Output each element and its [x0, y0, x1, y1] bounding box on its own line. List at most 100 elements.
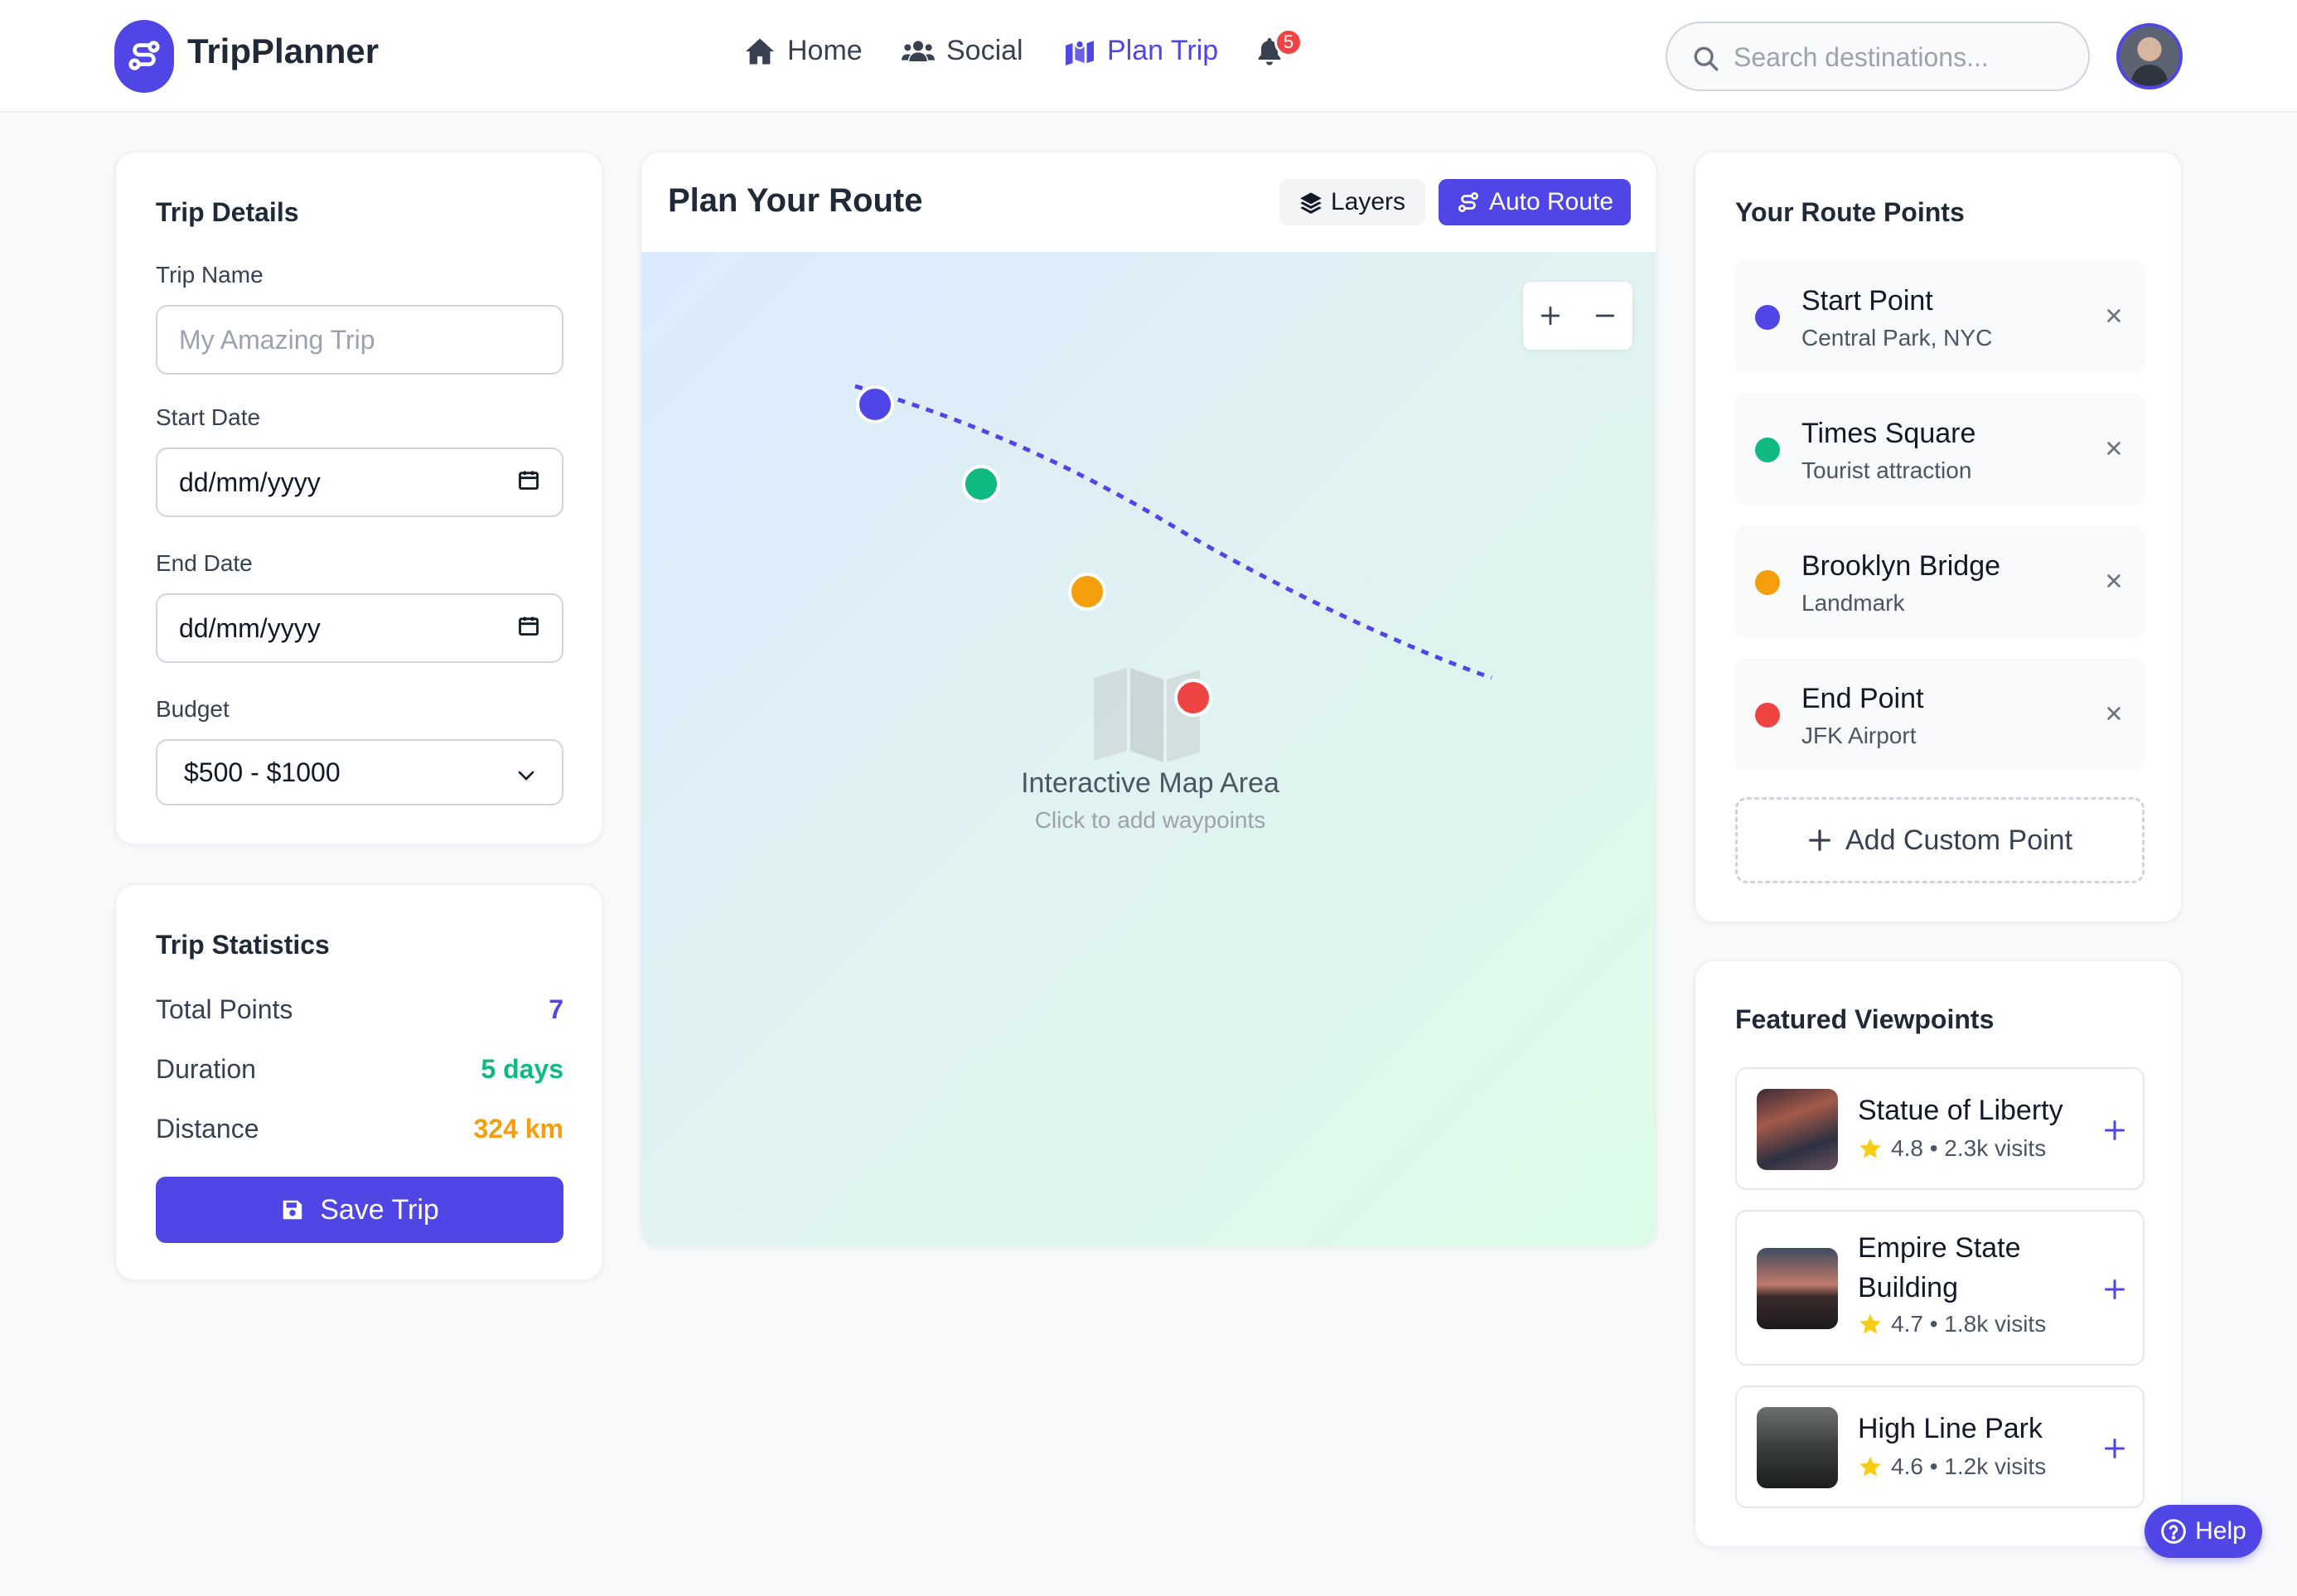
zoom-out-button[interactable]	[1578, 282, 1632, 350]
calendar-icon[interactable]	[517, 613, 540, 644]
viewpoint-item[interactable]: Statue of Liberty 4.8 • 2.3k visits	[1735, 1067, 2145, 1190]
user-avatar[interactable]	[2116, 23, 2183, 89]
top-navbar: TripPlanner Home Social Plan Trip 5	[0, 0, 2297, 113]
trip-statistics-card: Trip Statistics Total Points 7 Duration …	[114, 883, 603, 1281]
zoom-controls	[1523, 282, 1632, 350]
map-canvas	[854, 384, 1492, 762]
nav-social[interactable]: Social	[902, 35, 1023, 67]
route-point-item[interactable]: Brooklyn Bridge Landmark	[1735, 525, 2145, 638]
featured-viewpoints-card: Featured Viewpoints Statue of Liberty 4.…	[1694, 960, 2183, 1548]
help-button[interactable]: Help	[2145, 1505, 2262, 1558]
stat-label: Duration	[156, 1054, 256, 1084]
budget-select[interactable]: $500 - $1000	[156, 739, 563, 805]
add-viewpoint-button[interactable]	[2100, 1115, 2130, 1145]
trip-details-card: Trip Details Trip Name My Amazing Trip S…	[114, 151, 603, 845]
viewpoint-item[interactable]: Empire State Building 4.7 • 1.8k visits	[1735, 1210, 2145, 1366]
plus-icon	[2104, 1279, 2125, 1300]
layers-button[interactable]: Layers	[1279, 179, 1425, 225]
app-title[interactable]: TripPlanner	[187, 31, 379, 71]
end-marker[interactable]	[1174, 679, 1212, 717]
minus-icon	[1595, 314, 1615, 317]
add-viewpoint-button[interactable]	[2100, 1274, 2130, 1304]
route-point-item[interactable]: Times Square Tourist attraction	[1735, 393, 2145, 505]
trip-name-label: Trip Name	[156, 262, 264, 288]
close-icon	[2107, 574, 2120, 588]
remove-point-button[interactable]	[2100, 699, 2128, 728]
calendar-icon[interactable]	[517, 467, 540, 498]
notification-count-badge: 5	[1274, 28, 1303, 56]
route-point-item[interactable]: End Point JFK Airport	[1735, 658, 2145, 771]
point-color-dot	[1755, 703, 1780, 728]
trip-name-input[interactable]: My Amazing Trip	[156, 305, 563, 375]
waypoint-marker[interactable]	[962, 465, 1000, 503]
map-caption: Interactive Map Area	[1021, 767, 1279, 799]
start-date-label: Start Date	[156, 404, 261, 430]
logo[interactable]	[114, 20, 174, 93]
interactive-map-area[interactable]: Interactive Map Area Click to add waypoi…	[641, 252, 1656, 1246]
route-line	[854, 384, 1492, 680]
stat-total-points: Total Points 7	[156, 994, 563, 1025]
remove-point-button[interactable]	[2100, 302, 2128, 330]
nav-home[interactable]: Home	[744, 35, 863, 67]
trip-details-title: Trip Details	[156, 197, 299, 227]
viewpoint-name: Empire State Building	[1858, 1232, 2021, 1303]
chevron-down-icon	[517, 757, 535, 788]
trip-statistics-title: Trip Statistics	[156, 930, 330, 960]
map-title: Plan Your Route	[668, 182, 923, 219]
viewpoint-meta: 4.6 • 1.2k visits	[1858, 1453, 2046, 1480]
featured-viewpoints-title: Featured Viewpoints	[1735, 1004, 1995, 1034]
trip-name-placeholder: My Amazing Trip	[179, 324, 375, 355]
start-date-input[interactable]: dd/mm/yyyy	[156, 447, 563, 517]
layers-label: Layers	[1330, 188, 1406, 215]
question-circle-icon	[2160, 1518, 2187, 1545]
stat-value: 5 days	[481, 1054, 563, 1084]
close-icon	[2107, 442, 2120, 455]
close-icon	[2107, 309, 2120, 322]
point-color-dot	[1755, 438, 1780, 462]
add-custom-point-label: Add Custom Point	[1845, 824, 2073, 856]
viewpoint-rating-visits: 4.6 • 1.2k visits	[1891, 1453, 2047, 1479]
start-marker[interactable]	[856, 385, 894, 423]
nav-plan-trip[interactable]: Plan Trip	[1064, 35, 1218, 67]
auto-route-button[interactable]: Auto Route	[1439, 179, 1631, 225]
save-icon	[280, 1197, 305, 1222]
help-label: Help	[2195, 1517, 2246, 1545]
stat-label: Distance	[156, 1114, 259, 1144]
point-color-dot	[1755, 570, 1780, 595]
zoom-in-button[interactable]	[1523, 282, 1578, 350]
add-viewpoint-button[interactable]	[2100, 1434, 2130, 1463]
end-date-value: dd/mm/yyyy	[179, 612, 321, 643]
remove-point-button[interactable]	[2100, 434, 2128, 462]
nav-social-label: Social	[946, 35, 1023, 66]
viewpoint-name: High Line Park	[1858, 1413, 2043, 1444]
stat-label: Total Points	[156, 994, 293, 1024]
viewpoint-thumbnail	[1757, 1248, 1838, 1329]
add-custom-point-button[interactable]: Add Custom Point	[1735, 797, 2145, 883]
budget-value: $500 - $1000	[184, 757, 341, 787]
viewpoint-name: Statue of Liberty	[1858, 1095, 2063, 1126]
search-icon	[1692, 45, 1720, 77]
map-marked-icon	[1064, 37, 1095, 65]
search-input[interactable]	[1734, 36, 2065, 78]
point-name: Times Square	[1801, 418, 1976, 449]
star-icon	[1858, 1454, 1883, 1479]
waypoint-marker[interactable]	[1068, 573, 1106, 611]
plus-icon	[2104, 1438, 2125, 1459]
end-date-label: End Date	[156, 550, 253, 576]
viewpoint-item[interactable]: High Line Park 4.6 • 1.2k visits	[1735, 1386, 2145, 1508]
viewpoint-meta: 4.8 • 2.3k visits	[1858, 1135, 2046, 1162]
nav-home-label: Home	[787, 35, 863, 66]
route-point-item[interactable]: Start Point Central Park, NYC	[1735, 260, 2145, 373]
plus-icon	[1807, 828, 1832, 853]
remove-point-button[interactable]	[2100, 567, 2128, 595]
point-name: Start Point	[1801, 285, 1933, 317]
point-desc: Tourist attraction	[1801, 457, 1972, 483]
viewpoint-rating-visits: 4.8 • 2.3k visits	[1891, 1135, 2047, 1161]
viewpoint-meta: 4.7 • 1.8k visits	[1858, 1311, 2046, 1337]
end-date-input[interactable]: dd/mm/yyyy	[156, 593, 563, 663]
search-bar[interactable]	[1666, 22, 2090, 91]
save-trip-button[interactable]: Save Trip	[156, 1177, 563, 1243]
route-points-title: Your Route Points	[1735, 197, 1965, 227]
point-desc: JFK Airport	[1801, 723, 1917, 748]
viewpoint-thumbnail	[1757, 1407, 1838, 1488]
